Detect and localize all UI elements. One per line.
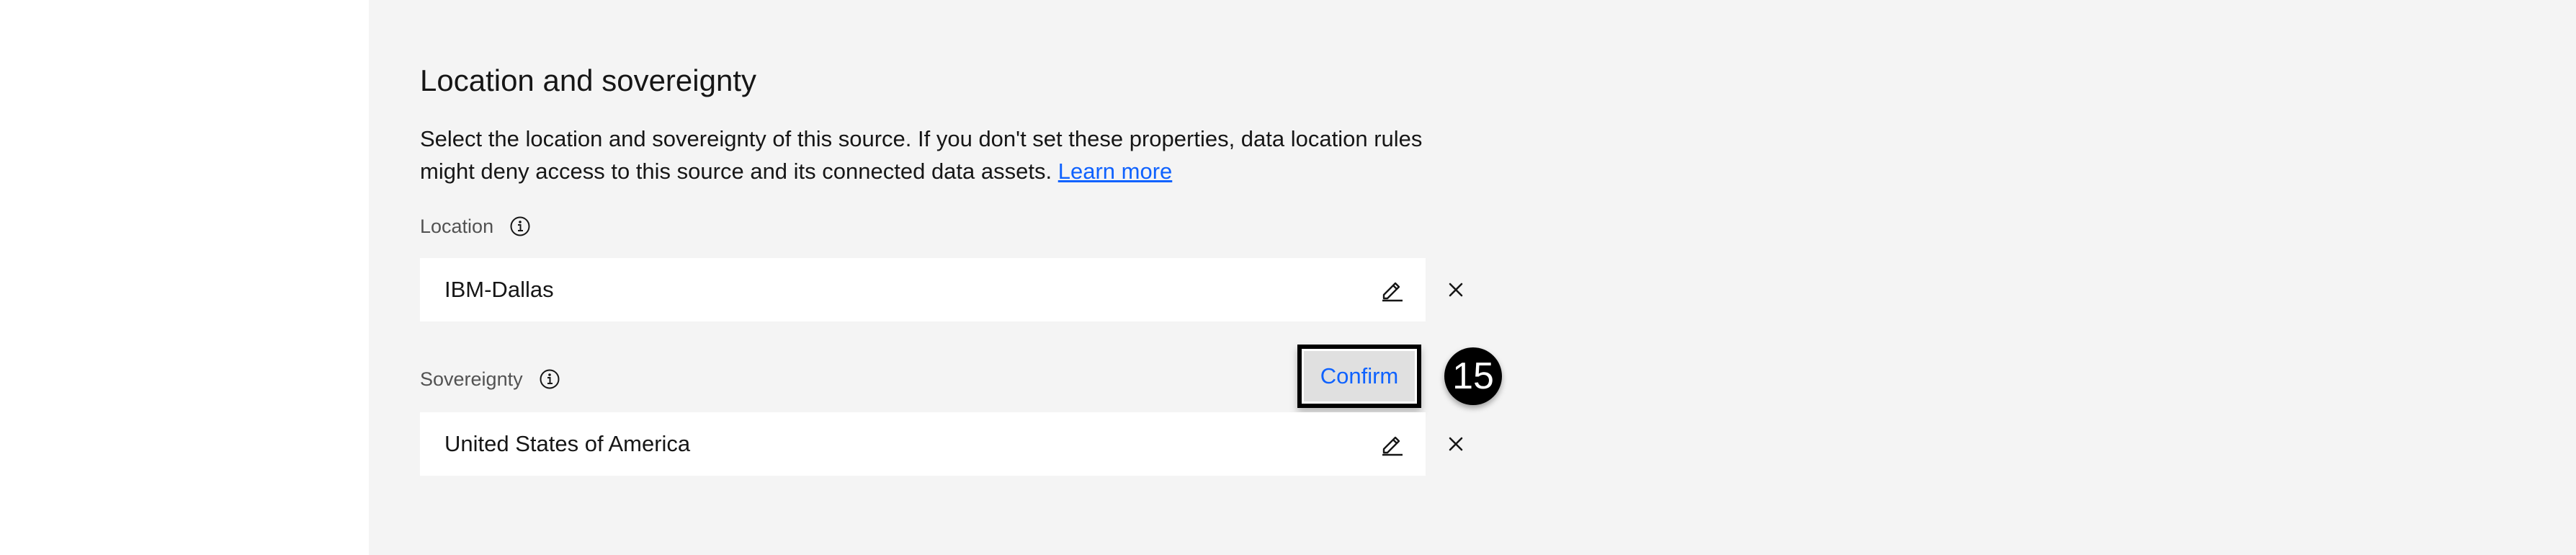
description-text: Select the location and sovereignty of t… (420, 126, 1423, 184)
close-icon[interactable] (1441, 430, 1470, 458)
location-label-text: Location (420, 216, 494, 237)
sovereignty-label: Sovereignty (420, 366, 560, 392)
location-value: IBM-Dallas (444, 277, 554, 302)
location-field[interactable]: IBM-Dallas (420, 258, 1426, 321)
information-icon[interactable] (539, 368, 560, 390)
location-label: Location (420, 213, 531, 239)
close-icon[interactable] (1441, 275, 1470, 304)
location-sovereignty-section: Location and sovereignty Select the loca… (420, 0, 1502, 555)
left-panel (0, 0, 369, 555)
pencil-icon[interactable] (1378, 275, 1407, 304)
confirm-button[interactable]: Confirm (1297, 345, 1421, 408)
information-icon[interactable] (509, 216, 531, 237)
step-number-badge: 15 (1444, 347, 1502, 405)
section-title: Location and sovereignty (420, 63, 756, 97)
sovereignty-value: United States of America (444, 431, 691, 456)
sovereignty-field[interactable]: United States of America (420, 412, 1426, 476)
pencil-icon[interactable] (1378, 430, 1407, 458)
learn-more-link[interactable]: Learn more (1058, 159, 1173, 184)
sovereignty-label-text: Sovereignty (420, 368, 523, 390)
section-description: Select the location and sovereignty of t… (420, 123, 1443, 187)
